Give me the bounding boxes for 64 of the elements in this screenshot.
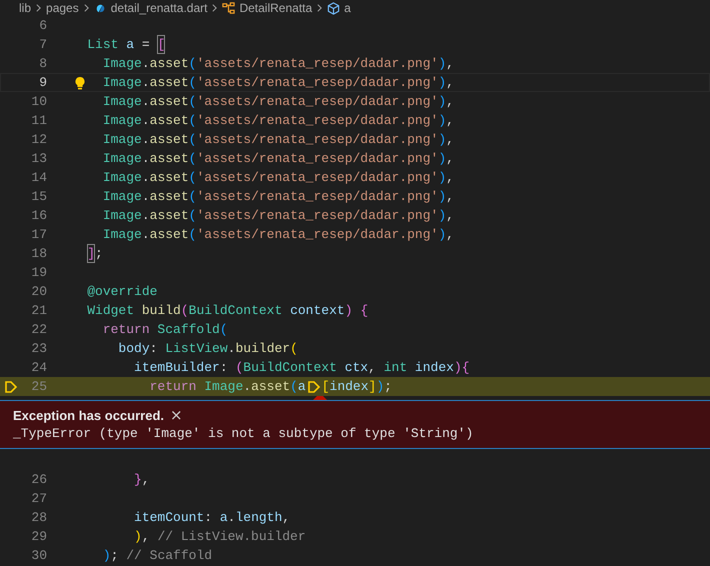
line-number: 30	[30, 547, 47, 565]
line-number: 8	[38, 55, 47, 73]
line-number: 6	[38, 17, 47, 35]
breadcrumb-item[interactable]: a	[344, 0, 351, 16]
pointer-arrow-icon	[313, 393, 327, 400]
code-line: Image.asset('assets/renata_resep/dadar.png'),	[102, 150, 454, 168]
line-number: 26	[30, 471, 47, 489]
breadcrumb-item[interactable]: detail_renatta.dart	[110, 0, 208, 16]
line-number: 22	[30, 321, 47, 339]
line-number: 20	[30, 283, 47, 301]
line-number: 27	[30, 490, 47, 508]
cube-icon	[327, 2, 340, 14]
code-line: ), // ListView.builder	[134, 528, 306, 546]
breadcrumb-item[interactable]: pages	[46, 0, 79, 16]
code-line: List a = [	[87, 35, 166, 54]
line-number: 15	[30, 188, 47, 206]
chevron-icon	[211, 3, 218, 13]
line-number: 10	[30, 93, 47, 111]
lightbulb-icon[interactable]	[74, 76, 86, 90]
code-line: body: ListView.builder(	[118, 340, 298, 358]
line-number: 12	[30, 131, 47, 149]
line-number: 19	[30, 264, 47, 282]
code-line: Widget build(BuildContext context) {	[87, 302, 368, 320]
breadcrumb-item[interactable]: lib	[19, 0, 32, 16]
line-number: 14	[30, 169, 47, 187]
debug-stop-icon	[4, 380, 18, 394]
code-line: Image.asset('assets/renata_resep/dadar.png'),	[102, 169, 454, 187]
line-number: 17	[30, 226, 47, 244]
line-number: 11	[30, 112, 47, 130]
breadcrumb-item[interactable]: DetailRenatta	[239, 0, 312, 16]
line-number: 28	[30, 509, 47, 527]
code-line: Image.asset('assets/renata_resep/dadar.png'),	[102, 55, 454, 73]
class-icon	[222, 2, 236, 14]
line-number: 7	[38, 36, 47, 54]
line-number: 25	[30, 378, 47, 396]
code-line: Image.asset('assets/renata_resep/dadar.png'),	[102, 188, 454, 206]
code-line: Image.asset('assets/renata_resep/dadar.png'),	[102, 207, 454, 225]
exception-title: Exception has occurred.	[13, 408, 164, 422]
line-number: 18	[30, 245, 47, 263]
code-line: itemCount: a.length,	[134, 509, 290, 527]
line-number: 16	[30, 207, 47, 225]
code-line: Image.asset('assets/renata_resep/dadar.png'),	[102, 226, 454, 244]
line-number: 29	[30, 528, 47, 546]
code-line: },	[134, 471, 150, 489]
code-line: Image.asset('assets/renata_resep/dadar.png'),	[102, 74, 454, 92]
code-line: return Image.asset(a [index]);	[150, 378, 392, 396]
chevron-icon	[35, 3, 42, 13]
code-line: @override	[87, 283, 158, 301]
line-number: 9	[38, 74, 47, 92]
exception-message: _TypeError (type 'Image' is not a subtype of type 'String')	[13, 426, 474, 441]
line-number: 21	[30, 302, 47, 320]
line-number: 13	[30, 150, 47, 168]
chevron-icon	[316, 3, 324, 13]
code-line: itemBuilder: (BuildContext ctx, int index){	[134, 359, 470, 377]
line-number: 23	[30, 340, 47, 358]
code-line: ); // Scaffold	[102, 547, 212, 565]
code-line: Image.asset('assets/renata_resep/dadar.png'),	[102, 131, 454, 149]
code-line: Image.asset('assets/renata_resep/dadar.png'),	[102, 93, 454, 111]
line-number: 24	[30, 359, 47, 377]
chevron-icon	[82, 3, 90, 13]
code-line: ];	[87, 244, 103, 263]
code-line: Image.asset('assets/renata_resep/dadar.png'),	[102, 112, 454, 130]
close-button[interactable]: ×	[168, 407, 185, 423]
code-line: return Scaffold(	[102, 321, 228, 339]
